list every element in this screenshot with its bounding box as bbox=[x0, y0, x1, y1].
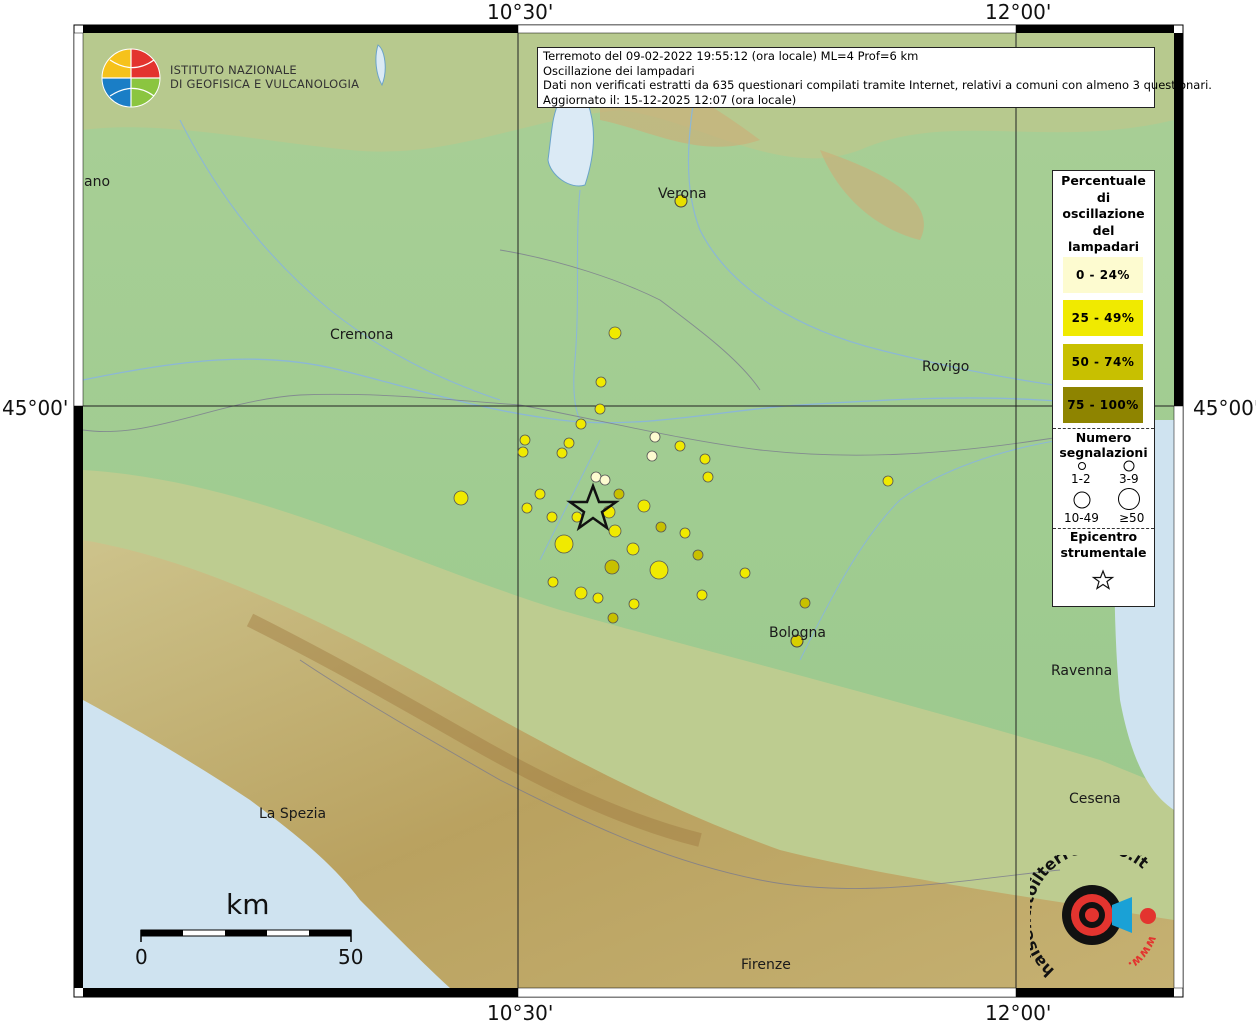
observation-point bbox=[626, 542, 640, 556]
city-label-bologna: Bologna bbox=[769, 625, 826, 641]
city-label-firenze: Firenze bbox=[741, 957, 791, 973]
event-line-2: Oscillazione dei lampadari bbox=[543, 63, 695, 78]
observation-point bbox=[599, 474, 611, 486]
observation-point bbox=[595, 376, 607, 388]
observation-point bbox=[607, 612, 619, 624]
legend-title-5: lampadari bbox=[1068, 239, 1139, 254]
observation-point bbox=[702, 471, 714, 483]
legend-title: Percentuale di oscillazione del lampadar… bbox=[1053, 171, 1154, 256]
observation-point bbox=[799, 597, 811, 609]
city-label-milano: ano bbox=[84, 174, 111, 190]
legend-title-1: Percentuale bbox=[1061, 173, 1146, 188]
ingv-line-2: DI GEOFISICA E VULCANOLOGIA bbox=[170, 77, 360, 91]
ingv-logo-text: ISTITUTO NAZIONALE DI GEOFISICA E VULCAN… bbox=[170, 63, 359, 91]
legend-title-2: di bbox=[1096, 189, 1111, 205]
observation-point bbox=[554, 534, 574, 554]
legend-size-title: Numero segnalazioni bbox=[1053, 430, 1154, 460]
legend-class-50-74: 50 - 74% bbox=[1063, 344, 1143, 380]
legend-size-title-1: Numero bbox=[1075, 430, 1132, 445]
observation-point bbox=[519, 434, 531, 446]
observation-point bbox=[882, 475, 894, 487]
observation-point bbox=[696, 589, 708, 601]
observation-point bbox=[563, 437, 575, 449]
observation-point bbox=[739, 567, 751, 579]
legend-title-4: del bbox=[1092, 222, 1115, 238]
observation-point bbox=[575, 418, 587, 430]
observation-point bbox=[547, 576, 559, 588]
lat-label-right-4500: 45°00' bbox=[1193, 396, 1256, 420]
observation-point bbox=[649, 431, 661, 443]
map-legend: Percentuale di oscillazione del lampadar… bbox=[1052, 170, 1155, 607]
legend-size-symbols bbox=[1073, 460, 1140, 510]
ingv-line-1: ISTITUTO NAZIONALE bbox=[170, 63, 297, 77]
hsit-logo-www: www. bbox=[1126, 934, 1160, 973]
observation-point bbox=[604, 559, 620, 575]
observation-point bbox=[608, 326, 622, 340]
legend-size-1-2: 1-2 bbox=[1071, 472, 1091, 486]
observation-point bbox=[521, 502, 533, 514]
city-label-cremona: Cremona bbox=[330, 327, 394, 343]
observation-point bbox=[613, 488, 625, 500]
lon-label-bottom-1030: 10°30' bbox=[487, 1001, 554, 1025]
observation-point bbox=[655, 521, 667, 533]
city-label-cesena: Cesena bbox=[1069, 791, 1121, 807]
observation-point bbox=[546, 511, 558, 523]
lat-label-left-4500: 45°00' bbox=[2, 396, 69, 420]
legend-size-50: ≥50 bbox=[1119, 511, 1145, 525]
observation-point bbox=[679, 527, 691, 539]
observation-point bbox=[649, 560, 669, 580]
legend-size-3-9: 3-9 bbox=[1119, 472, 1139, 486]
observation-point bbox=[453, 490, 469, 506]
event-line-3: Dati non verificati estratti da 635 ques… bbox=[543, 78, 1212, 92]
observation-point bbox=[628, 598, 640, 610]
legend-epicenter-title-1: Epicentro bbox=[1069, 529, 1138, 544]
legend-star-icon bbox=[1091, 569, 1115, 590]
observation-point bbox=[534, 488, 546, 500]
observation-point bbox=[674, 440, 686, 452]
city-label-verona: Verona bbox=[658, 186, 707, 202]
city-label-ravenna: Ravenna bbox=[1051, 663, 1113, 679]
legend-class-75-100: 75 - 100% bbox=[1063, 387, 1143, 423]
observation-point bbox=[574, 586, 588, 600]
observation-point bbox=[637, 499, 651, 513]
legend-separator-1 bbox=[1053, 428, 1154, 429]
city-label-rovigo: Rovigo bbox=[922, 359, 970, 375]
scale-min: 0 bbox=[135, 945, 148, 969]
lon-label-bottom-1200: 12°00' bbox=[985, 1001, 1052, 1025]
scale-max: 50 bbox=[338, 945, 364, 969]
legend-epicenter-title-2: strumentale bbox=[1060, 545, 1147, 560]
observation-point bbox=[556, 447, 568, 459]
observation-point bbox=[608, 524, 622, 538]
lon-label-top-1200: 12°00' bbox=[985, 0, 1052, 24]
svg-text:www.: www. bbox=[1126, 934, 1160, 973]
legend-class-0-24: 0 - 24% bbox=[1063, 257, 1143, 293]
observation-point bbox=[699, 453, 711, 465]
observation-point bbox=[590, 471, 602, 483]
lon-label-top-1030: 10°30' bbox=[487, 0, 554, 24]
observation-point bbox=[517, 446, 529, 458]
legend-title-3: oscillazione bbox=[1062, 206, 1145, 221]
observation-point bbox=[646, 450, 658, 462]
legend-size-10-49: 10-49 bbox=[1064, 511, 1099, 525]
event-line-1: Terremoto del 09-02-2022 19:55:12 (ora l… bbox=[543, 49, 919, 63]
city-label-la-spezia: La Spezia bbox=[259, 806, 327, 822]
event-line-4: Aggiornato il: 15-12-2025 12:07 (ora loc… bbox=[543, 92, 797, 107]
ingv-logo-icon bbox=[101, 48, 161, 108]
legend-epicenter-title: Epicentro strumentale bbox=[1053, 529, 1154, 561]
observation-point bbox=[592, 592, 604, 604]
event-info-box: Terremoto del 09-02-2022 19:55:12 (ora l… bbox=[537, 47, 1212, 108]
observation-point bbox=[594, 403, 606, 415]
hsit-logo-text: haisentitoilterremoto.it www. bbox=[1030, 855, 1160, 981]
legend-class-25-49: 25 - 49% bbox=[1063, 300, 1143, 336]
observation-point bbox=[692, 549, 704, 561]
scale-unit: km bbox=[226, 888, 270, 921]
